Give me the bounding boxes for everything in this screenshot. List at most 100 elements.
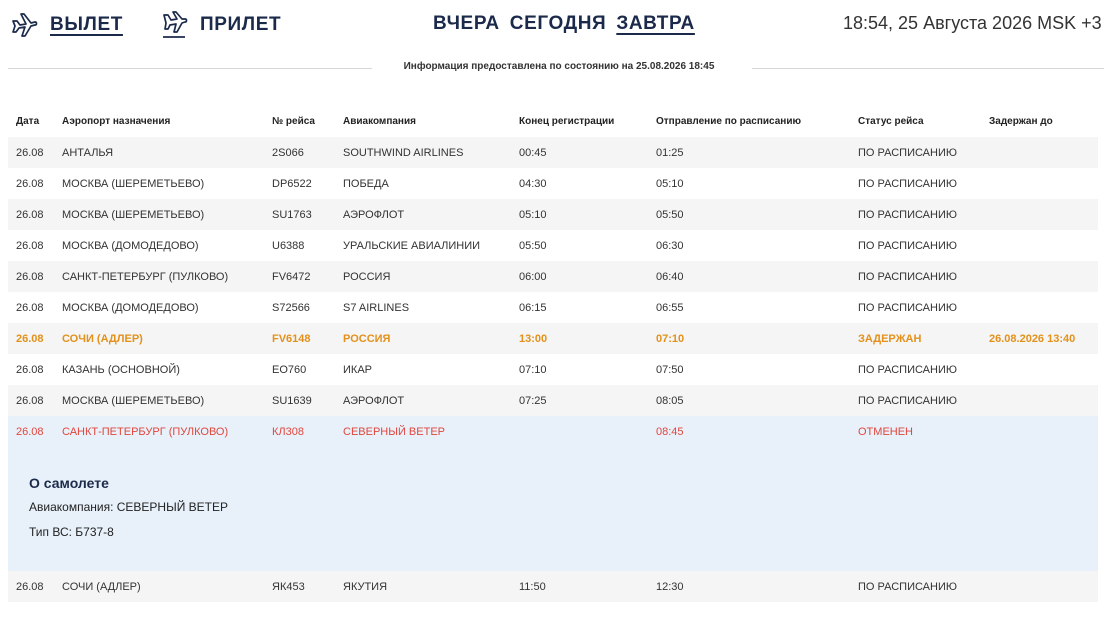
- cell-delayed-until: [981, 168, 1098, 199]
- cell-flight: FV6472: [264, 261, 335, 292]
- cell-date: 26.08: [8, 323, 54, 354]
- aircraft-type: Тип ВС: Б737-8: [29, 525, 114, 539]
- cell-airline: УРАЛЬСКИЕ АВИАЛИНИИ: [343, 239, 481, 252]
- arrivals-label: ПРИЛЕТ: [200, 14, 282, 35]
- cell-flight: S72566: [272, 301, 310, 314]
- cell-destination: МОСКВА (ШЕРЕМЕТЬЕВО): [62, 177, 205, 190]
- cell-flight: EO760: [272, 363, 307, 376]
- cell-date: 26.08: [16, 177, 44, 190]
- current-time: 18:54, 25 Августа 2026 MSK +3: [843, 13, 1102, 33]
- flight-row[interactable]: 26.08 СОЧИ (АДЛЕР) FV6148 РОССИЯ 13:00 07:10 З…: [8, 323, 1098, 354]
- cell-departure: 06:55: [656, 301, 684, 314]
- cell-departure: 08:05: [648, 385, 850, 416]
- cell-date: 26.08: [8, 416, 54, 447]
- flight-row[interactable]: 26.08 МОСКВА (ШЕРЕМЕТЬЕВО) SU1639 АЭРОФЛОТ 0…: [8, 385, 1098, 416]
- cell-flight: DP6522: [272, 177, 312, 190]
- cell-status: ПО РАСПИСАНИЮ: [858, 177, 957, 190]
- cell-destination: САНКТ-ПЕТЕРБУРГ (ПУЛКОВО): [54, 416, 264, 447]
- cell-date: 26.08: [8, 137, 54, 168]
- col-departure: Отправление по расписанию: [656, 116, 802, 127]
- cell-status: ПО РАСПИСАНИЮ: [858, 239, 957, 252]
- info-text: Информация предоставлена по состоянию на…: [403, 61, 715, 72]
- cell-airline: SOUTHWIND AIRLINES: [335, 137, 511, 168]
- cell-flight: SU1639: [264, 385, 335, 416]
- cell-destination: МОСКВА (ШЕРЕМЕТЬЕВО): [54, 385, 264, 416]
- col-airline: Авиакомпания: [343, 116, 416, 127]
- cell-delayed-until: [981, 385, 1098, 416]
- flight-row[interactable]: 26.08 КАЗАНЬ (ОСНОВНОЙ) EO760 ИКАР 07:10 07:5…: [8, 354, 1098, 385]
- arrivals-tab[interactable]: ПРИЛЕТ: [160, 11, 281, 39]
- cell-status: ПО РАСПИСАНИЮ: [850, 385, 981, 416]
- col-date: Дата: [16, 116, 40, 127]
- departures-label: ВЫЛЕТ: [50, 14, 123, 35]
- cell-checkin-end: 04:30: [519, 177, 547, 190]
- cell-status: ПО РАСПИСАНИЮ: [850, 261, 981, 292]
- cell-checkin-end: [511, 416, 648, 447]
- col-flight: № рейса: [272, 116, 315, 127]
- cell-delayed-until: [981, 137, 1098, 168]
- cell-destination: МОСКВА (ДОМОДЕДОВО): [62, 239, 199, 252]
- flights-body: 26.08 АНТАЛЬЯ 2S066 SOUTHWIND AIRLINES 00:45…: [8, 137, 1098, 602]
- flight-row[interactable]: 26.08 АНТАЛЬЯ 2S066 SOUTHWIND AIRLINES 00:45…: [8, 137, 1098, 168]
- top-bar: ВЫЛЕТ ПРИЛЕТ ВЧЕРА СЕГОДНЯ ЗАВТРА 18:54,…: [0, 0, 1104, 50]
- cell-airline: ИКАР: [343, 363, 372, 376]
- cell-flight: SU1763: [264, 199, 335, 230]
- day-today[interactable]: СЕГОДНЯ: [510, 13, 607, 35]
- cell-date: 26.08: [16, 363, 44, 376]
- cell-checkin-end: 05:50: [519, 239, 547, 252]
- cell-departure: 12:30: [648, 571, 850, 602]
- cell-date: 26.08: [16, 239, 44, 252]
- cell-flight: FV6148: [264, 323, 335, 354]
- flights-table: Дата Аэропорт назначения № рейса Авиаком…: [8, 106, 1098, 602]
- flight-row[interactable]: 26.08 МОСКВА (ШЕРЕМЕТЬЕВО) SU1763 АЭРОФЛОТ 0…: [8, 199, 1098, 230]
- col-destination: Аэропорт назначения: [62, 116, 171, 127]
- cell-status: ПО РАСПИСАНИЮ: [850, 571, 981, 602]
- cell-flight: U6388: [272, 239, 305, 252]
- cell-checkin-end: 00:45: [511, 137, 648, 168]
- flight-row[interactable]: 26.08 СОЧИ (АДЛЕР) ЯК453 ЯКУТИЯ 11:50 12:30 ПО…: [8, 571, 1098, 602]
- cell-destination: МОСКВА (ШЕРЕМЕТЬЕВО): [54, 199, 264, 230]
- aircraft-airline: Авиакомпания: СЕВЕРНЫЙ ВЕТЕР: [29, 500, 229, 514]
- cell-delayed-until: [981, 354, 1098, 385]
- flight-details-row: О самолете Авиакомпания: СЕВЕРНЫЙ ВЕТЕР Ти…: [8, 447, 1098, 571]
- day-yesterday[interactable]: ВЧЕРА: [433, 13, 500, 35]
- cell-departure: 07:50: [656, 363, 684, 376]
- table-header: Дата Аэропорт назначения № рейса Авиаком…: [8, 106, 1098, 137]
- plane-arrival-icon: [163, 11, 188, 38]
- col-status: Статус рейса: [858, 116, 924, 127]
- cell-status: ПО РАСПИСАНИЮ: [850, 199, 981, 230]
- cell-departure: 08:45: [648, 416, 850, 447]
- flight-row[interactable]: 26.08 МОСКВА (ДОМОДЕДОВО) S72566 S7 AIRLINE…: [8, 292, 1098, 323]
- departures-tab[interactable]: ВЫЛЕТ: [10, 11, 123, 39]
- cell-delayed-until: [981, 261, 1098, 292]
- flight-row[interactable]: 26.08 МОСКВА (ДОМОДЕДОВО) U6388 УРАЛЬСКИЕ А…: [8, 230, 1098, 261]
- cell-checkin-end: 13:00: [511, 323, 648, 354]
- cell-flight: 2S066: [264, 137, 335, 168]
- cell-departure: 06:30: [656, 239, 684, 252]
- cell-destination: СОЧИ (АДЛЕР): [54, 571, 264, 602]
- cell-destination: МОСКВА (ДОМОДЕДОВО): [62, 301, 199, 314]
- cell-status: ЗАДЕРЖАН: [850, 323, 981, 354]
- flight-row[interactable]: 26.08 САНКТ-ПЕТЕРБУРГ (ПУЛКОВО) КЛ308 СЕВЕР…: [8, 416, 1098, 447]
- cell-date: 26.08: [16, 301, 44, 314]
- cell-flight: КЛ308: [264, 416, 335, 447]
- cell-airline: ЯКУТИЯ: [335, 571, 511, 602]
- cell-date: 26.08: [8, 571, 54, 602]
- cell-airline: РОССИЯ: [335, 323, 511, 354]
- cell-departure: 07:10: [648, 323, 850, 354]
- cell-departure: 01:25: [648, 137, 850, 168]
- cell-delayed-until: [981, 199, 1098, 230]
- cell-delayed-until: 26.08.2026 13:40: [981, 323, 1098, 354]
- flight-row[interactable]: 26.08 МОСКВА (ШЕРЕМЕТЬЕВО) DP6522 ПОБЕДА 04:…: [8, 168, 1098, 199]
- flight-row[interactable]: 26.08 САНКТ-ПЕТЕРБУРГ (ПУЛКОВО) FV6472 РОСС…: [8, 261, 1098, 292]
- aircraft-info-heading: О самолете: [29, 475, 109, 491]
- day-switcher: ВЧЕРА СЕГОДНЯ ЗАВТРА: [433, 13, 705, 35]
- cell-delayed-until: [981, 416, 1098, 447]
- cell-airline: ПОБЕДА: [343, 177, 389, 190]
- cell-flight: ЯК453: [264, 571, 335, 602]
- day-tomorrow[interactable]: ЗАВТРА: [616, 13, 695, 35]
- cell-airline: S7 AIRLINES: [343, 301, 410, 314]
- cell-delayed-until: [981, 571, 1098, 602]
- info-banner: Информация предоставлена по состоянию на…: [0, 60, 1104, 76]
- col-checkin-end: Конец регистрации: [519, 116, 615, 127]
